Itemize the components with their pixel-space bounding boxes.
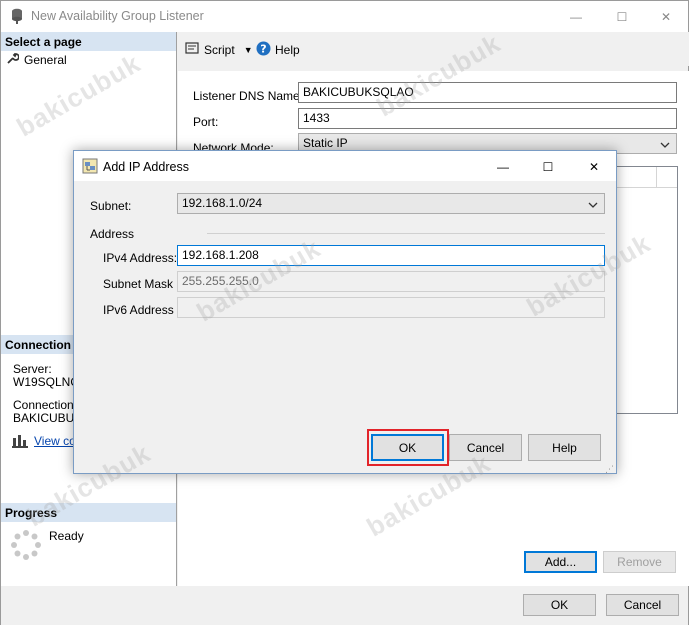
dialog-minimize-button[interactable]: —: [480, 151, 526, 182]
dialog-help-button[interactable]: Help: [528, 434, 601, 461]
subnet-label: Subnet:: [90, 199, 132, 213]
help-label: Help: [275, 43, 300, 57]
maximize-icon: ☐: [542, 159, 554, 174]
toolbar: Script ▼ ? Help: [178, 32, 689, 66]
listener-dns-input[interactable]: BAKICUBUKSQLAO: [298, 82, 677, 103]
minimize-icon: —: [497, 159, 509, 174]
subnet-mask-input[interactable]: 255.255.255.0: [177, 271, 605, 292]
script-label: Script: [204, 42, 235, 57]
close-button[interactable]: ✕: [643, 1, 689, 32]
add-ip-address-dialog: Add IP Address — ☐ ✕ Subnet: 192.168.1.0…: [73, 150, 617, 474]
database-icon: [10, 8, 24, 27]
network-config-icon: [82, 158, 98, 177]
connection-label: Connection:: [13, 398, 78, 412]
minimize-button[interactable]: —: [553, 1, 599, 32]
grid-column-divider[interactable]: [656, 167, 657, 188]
port-input[interactable]: 1433: [298, 108, 677, 129]
dialog-cancel-button[interactable]: Cancel: [449, 434, 522, 461]
address-group-label: Address: [90, 227, 135, 241]
server-label: Server:: [13, 362, 52, 376]
ipv4-label: IPv4 Address:: [103, 251, 178, 265]
cancel-button[interactable]: Cancel: [606, 594, 679, 616]
ip-address-grid[interactable]: [610, 166, 678, 414]
grid-header: [611, 167, 677, 188]
server-value: W19SQLNO: [13, 375, 80, 389]
dialog-title-bar[interactable]: Add IP Address — ☐ ✕: [74, 151, 616, 181]
minimize-icon: —: [570, 9, 582, 24]
ipv6-label: IPv6 Address: [103, 303, 174, 317]
chevron-down-icon: [660, 138, 670, 152]
ipv6-input[interactable]: [177, 297, 605, 318]
port-label: Port:: [193, 115, 219, 129]
subnet-value: 192.168.1.0/24: [182, 196, 263, 210]
progress-header: Progress: [1, 503, 176, 522]
maximize-button[interactable]: ☐: [599, 1, 645, 32]
dialog-maximize-button[interactable]: ☐: [525, 151, 571, 182]
page-item-general[interactable]: General: [7, 52, 67, 67]
select-page-header: Select a page: [1, 32, 176, 51]
wrench-icon: [7, 52, 20, 67]
ok-button[interactable]: OK: [523, 594, 596, 616]
window-title: New Availability Group Listener: [31, 9, 204, 23]
connection-properties-icon: [12, 434, 28, 451]
dialog-ok-button[interactable]: OK: [371, 434, 444, 461]
listener-dns-label: Listener DNS Name:: [193, 89, 304, 103]
close-icon: ✕: [660, 9, 672, 24]
subnet-mask-label: Subnet Mask: [103, 277, 174, 291]
remove-button[interactable]: Remove: [603, 551, 676, 573]
page-item-label: General: [24, 52, 67, 67]
svg-text:?: ?: [260, 43, 266, 56]
network-mode-value: Static IP: [303, 136, 348, 150]
address-group-divider: [207, 233, 605, 234]
add-button[interactable]: Add...: [524, 551, 597, 573]
dialog-close-button[interactable]: ✕: [571, 151, 617, 182]
resize-grip-icon[interactable]: ⋰: [605, 464, 614, 475]
maximize-icon: ☐: [616, 9, 628, 24]
close-icon: ✕: [588, 159, 600, 174]
chevron-down-icon: ▼: [243, 44, 253, 55]
help-icon: ?: [256, 41, 271, 59]
dialog-title: Add IP Address: [103, 160, 189, 174]
chevron-down-icon: [588, 198, 598, 212]
script-button[interactable]: Script ▼: [185, 41, 253, 58]
help-button[interactable]: ? Help: [256, 41, 300, 59]
progress-spinner-icon: [11, 530, 41, 563]
progress-status: Ready: [49, 529, 84, 543]
ipv4-input[interactable]: 192.168.1.208: [177, 245, 605, 266]
connection-value: BAKICUBUK: [13, 411, 83, 425]
script-icon: [185, 41, 199, 58]
title-bar[interactable]: New Availability Group Listener — ☐ ✕: [1, 1, 688, 32]
subnet-select[interactable]: 192.168.1.0/24: [177, 193, 605, 214]
